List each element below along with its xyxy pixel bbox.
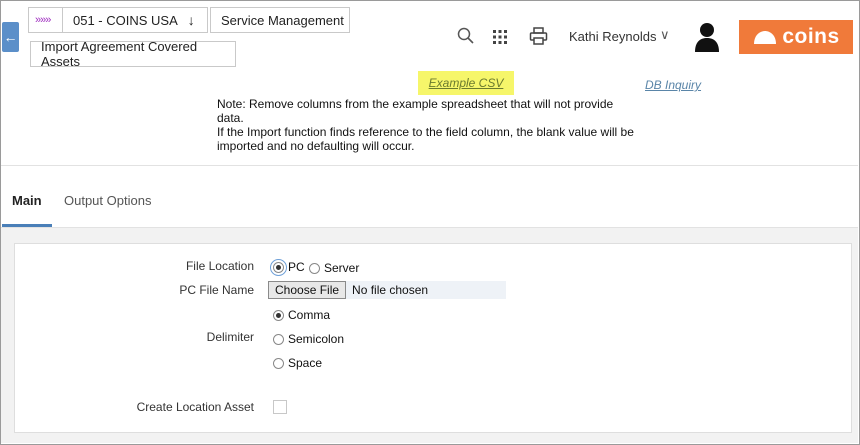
file-location-pc-option[interactable]: PC: [270, 258, 305, 276]
logo-text: coins: [782, 25, 840, 48]
delimiter-label: Delimiter: [206, 330, 254, 344]
coins-logo: coins: [739, 20, 853, 54]
breadcrumb-company-label: 051 - COINS USA: [73, 12, 178, 28]
delimiter-comma-radio[interactable]: [273, 309, 284, 321]
search-icon[interactable]: [457, 27, 475, 50]
chevron-down-icon: ↓: [187, 12, 195, 28]
delimiter-semicolon-label: Semicolon: [288, 332, 345, 346]
choose-file-button[interactable]: Choose File: [268, 281, 347, 299]
create-location-asset-label: Create Location Asset: [136, 400, 254, 414]
user-name[interactable]: Kathi Reynolds: [569, 29, 656, 44]
delimiter-space-option[interactable]: Space: [273, 356, 322, 370]
delimiter-comma-label: Comma: [288, 308, 331, 322]
back-arrow-icon[interactable]: ←: [2, 22, 19, 52]
breadcrumb-home[interactable]: »»»: [28, 7, 66, 33]
delimiter-semicolon-option[interactable]: Semicolon: [273, 332, 344, 346]
note-line-1: Note: Remove columns from the example sp…: [217, 97, 614, 125]
file-location-label: File Location: [185, 259, 254, 273]
delimiter-comma-option[interactable]: Comma: [273, 308, 330, 322]
delimiter-space-label: Space: [288, 356, 323, 370]
create-location-asset-checkbox[interactable]: [273, 400, 287, 414]
tab-bar: Main Output Options: [1, 166, 858, 228]
delimiter-semicolon-radio[interactable]: [273, 333, 284, 345]
no-file-text: No file chosen: [352, 283, 429, 297]
file-location-server-option[interactable]: Server: [309, 261, 359, 275]
file-location-pc-label: PC: [288, 260, 305, 274]
note-line-2: If the Import function finds reference t…: [217, 125, 634, 153]
print-icon[interactable]: [529, 27, 548, 50]
apps-grid-icon[interactable]: [492, 29, 508, 50]
avatar-icon[interactable]: [693, 21, 721, 58]
example-csv-link[interactable]: Example CSV: [418, 71, 514, 95]
breadcrumb-service-management[interactable]: Service Management: [210, 7, 350, 33]
file-location-server-label: Server: [324, 261, 360, 275]
delimiter-space-radio[interactable]: [273, 357, 284, 369]
db-inquiry-link[interactable]: DB Inquiry: [645, 78, 701, 92]
breadcrumb-import-page[interactable]: Import Agreement Covered Assets: [30, 39, 236, 69]
tab-output-options[interactable]: Output Options: [64, 193, 151, 208]
tab-main[interactable]: Main: [12, 193, 42, 208]
import-note: Note: Remove columns from the example sp…: [217, 97, 637, 153]
file-input: Choose File No file chosen: [268, 281, 506, 299]
pc-file-name-label: PC File Name: [179, 283, 254, 297]
breadcrumb-company[interactable]: 051 - COINS USA ↓: [62, 7, 208, 33]
file-location-server-radio[interactable]: [309, 262, 320, 274]
active-tab-indicator: [2, 224, 52, 227]
file-location-pc-radio[interactable]: [270, 258, 287, 276]
user-menu-chevron-icon[interactable]: ∨: [660, 27, 670, 43]
